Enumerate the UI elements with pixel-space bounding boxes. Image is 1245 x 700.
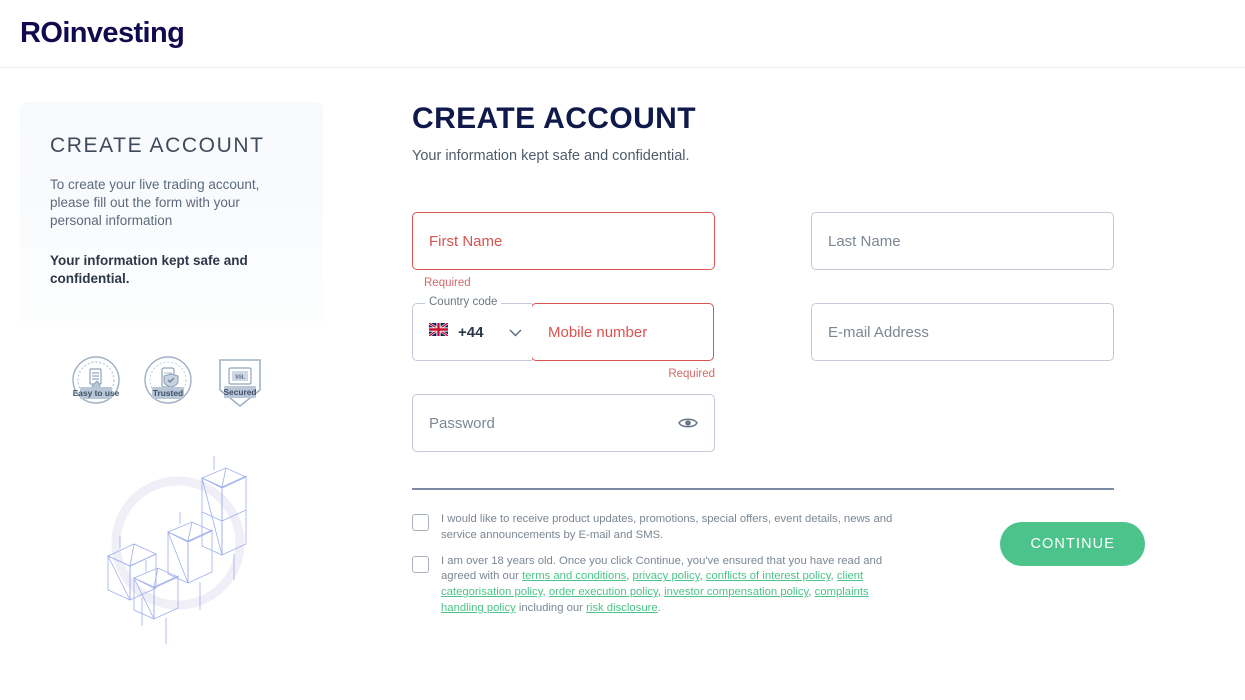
password-row: Password — [412, 394, 1145, 452]
including-text: including our — [515, 601, 587, 614]
badge-secured-icon: SSL Secured — [208, 352, 272, 414]
consent-marketing-row[interactable]: I would like to receive product updates,… — [412, 512, 912, 544]
country-code-value: +44 — [458, 323, 484, 341]
marketing-checkbox[interactable] — [412, 514, 429, 531]
country-code-select[interactable]: Country code +44 — [412, 296, 532, 361]
email-input[interactable]: E-mail Address — [811, 303, 1114, 361]
last-name-input[interactable]: Last Name — [811, 212, 1114, 270]
password-placeholder: Password — [429, 414, 495, 432]
first-name-group: First Name Required — [412, 212, 715, 289]
link-terms-and-conditions[interactable]: terms and conditions — [522, 570, 626, 582]
marketing-consent-text: I would like to receive product updates,… — [441, 513, 893, 541]
mobile-error: Required — [668, 368, 715, 380]
create-account-form: CREATE ACCOUNT Your information kept saf… — [412, 102, 1245, 663]
mobile-placeholder: Mobile number — [548, 323, 648, 341]
terms-checkbox[interactable] — [412, 555, 429, 573]
consent-terms-row[interactable]: I am over 18 years old. Once you click C… — [412, 554, 912, 617]
uk-flag-icon — [428, 321, 449, 341]
email-group: E-mail Address — [811, 303, 1114, 380]
consent-area: I would like to receive product updates,… — [412, 512, 1145, 627]
sidebar-info-card: CREATE ACCOUNT To create your live tradi… — [20, 102, 323, 326]
name-row: First Name Required Last Name — [412, 212, 1145, 289]
page-header: RO investing — [0, 0, 1245, 68]
candlestick-chart-illustration — [20, 414, 412, 663]
page-title: CREATE ACCOUNT — [412, 102, 696, 135]
page-subtitle: Your information kept safe and confident… — [412, 148, 690, 164]
last-name-placeholder: Last Name — [828, 232, 901, 250]
phone-group: Country code +44 Mobile number Required — [412, 296, 715, 380]
country-code-label: Country code — [425, 296, 502, 308]
contact-row: Country code +44 Mobile number Required … — [412, 296, 1145, 380]
link-risk-disclosure[interactable]: risk disclosure — [586, 602, 658, 614]
brand-logo[interactable]: RO investing — [20, 17, 185, 50]
link-conflicts-of-interest-policy[interactable]: conflicts of interest policy — [706, 570, 831, 582]
link-investor-compensation-policy[interactable]: investor compensation policy — [664, 586, 808, 598]
password-input[interactable]: Password — [412, 394, 715, 452]
first-name-input[interactable]: First Name — [412, 212, 715, 270]
password-group: Password — [412, 394, 715, 452]
trust-badges: Easy to use Trusted SSL Secured — [20, 326, 412, 414]
first-name-error: Required — [424, 277, 471, 289]
sidebar-paragraph: To create your live trading account, ple… — [50, 177, 260, 228]
badge-trusted-icon: Trusted — [136, 352, 200, 414]
svg-text:SSL: SSL — [235, 375, 245, 381]
sidebar: CREATE ACCOUNT To create your live tradi… — [0, 102, 412, 663]
logo-investing-text: investing — [62, 17, 185, 49]
eye-icon[interactable] — [678, 416, 698, 430]
badge-easy-to-use-label: Easy to use — [73, 388, 120, 398]
sidebar-title: CREATE ACCOUNT — [50, 134, 265, 157]
logo-ro-text: RO — [20, 17, 63, 49]
chevron-down-icon — [509, 325, 522, 340]
page-body: CREATE ACCOUNT To create your live tradi… — [0, 68, 1245, 663]
password-spacer — [811, 394, 1114, 452]
continue-button[interactable]: CONTINUE — [1000, 522, 1145, 566]
email-placeholder: E-mail Address — [828, 323, 929, 341]
form-divider — [412, 488, 1114, 490]
badge-secured-label: Secured — [223, 387, 256, 397]
badge-trusted-label: Trusted — [153, 388, 183, 398]
link-order-execution-policy[interactable]: order execution policy — [549, 586, 658, 598]
link-privacy-policy[interactable]: privacy policy — [633, 570, 700, 582]
mobile-number-input[interactable]: Mobile number — [531, 303, 714, 361]
last-name-group: Last Name — [811, 212, 1114, 289]
consent-list: I would like to receive product updates,… — [412, 512, 912, 627]
first-name-placeholder: First Name — [429, 232, 503, 250]
badge-easy-to-use-icon: Easy to use — [64, 352, 128, 414]
terms-consent-text: I am over 18 years old. Once you click C… — [441, 554, 883, 614]
sidebar-safety-note: Your information kept safe and confident… — [50, 253, 248, 286]
submit-area: CONTINUE — [1000, 512, 1145, 566]
